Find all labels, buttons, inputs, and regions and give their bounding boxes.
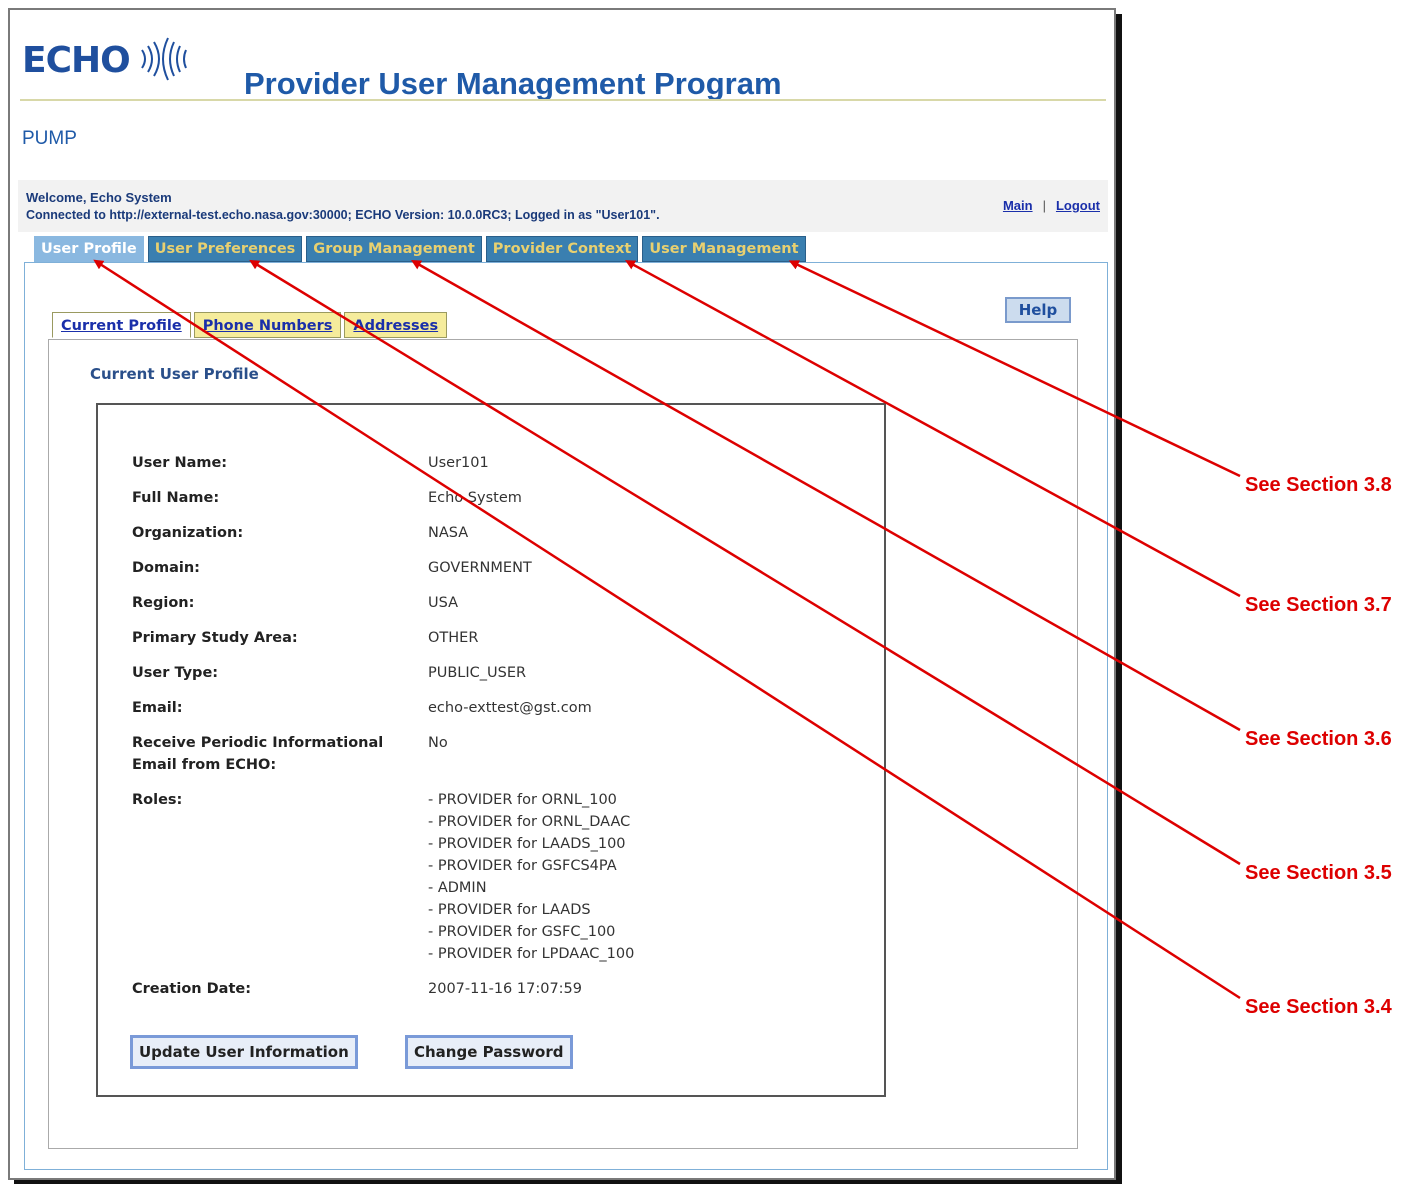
field-label-line: Receive Periodic Informational bbox=[132, 735, 384, 751]
tab-user-management[interactable]: User Management bbox=[642, 236, 806, 262]
tab-provider-context[interactable]: Provider Context bbox=[485, 236, 639, 262]
app-short-name: PUMP bbox=[22, 128, 77, 149]
field-label: Domain: bbox=[132, 560, 200, 576]
field-value: echo-exttest@gst.com bbox=[428, 700, 592, 716]
welcome-text: Welcome, Echo System bbox=[26, 190, 172, 205]
main-tab-bar: User Profile User Preferences Group Mana… bbox=[34, 236, 806, 262]
tab-user-profile[interactable]: User Profile bbox=[34, 236, 144, 262]
field-label: Creation Date: bbox=[132, 981, 252, 997]
tab-group-management[interactable]: Group Management bbox=[306, 236, 482, 262]
field-label: Region: bbox=[132, 595, 195, 611]
field-value: PUBLIC_USER bbox=[428, 665, 527, 681]
main-link[interactable]: Main bbox=[1003, 198, 1033, 213]
callout-section-3-6: See Section 3.6 bbox=[1245, 728, 1392, 750]
callout-section-3-8: See Section 3.8 bbox=[1245, 474, 1392, 496]
roles-list: - PROVIDER for ORNL_100 - PROVIDER for O… bbox=[428, 789, 634, 965]
application-window: ECHO Provider User Management Program PU… bbox=[8, 8, 1116, 1180]
subtab-phone-numbers[interactable]: Phone Numbers bbox=[193, 312, 342, 338]
field-label: User Type: bbox=[132, 665, 219, 681]
subtab-current-profile[interactable]: Current Profile bbox=[52, 312, 191, 338]
field-label: Email: bbox=[132, 700, 183, 716]
role-item: - PROVIDER for LAADS bbox=[428, 902, 591, 918]
field-value: USA bbox=[428, 595, 459, 611]
logout-link[interactable]: Logout bbox=[1056, 198, 1100, 213]
role-item: - ADMIN bbox=[428, 880, 487, 896]
field-value: OTHER bbox=[428, 630, 479, 646]
role-item: - PROVIDER for ORNL_DAAC bbox=[428, 814, 631, 830]
field-label: Roles: bbox=[132, 792, 183, 808]
field-label: Receive Periodic Informational Email fro… bbox=[132, 732, 412, 776]
role-item: - PROVIDER for GSFC_100 bbox=[428, 924, 616, 940]
section-title: Current User Profile bbox=[90, 365, 259, 383]
field-label: Primary Study Area: bbox=[132, 630, 298, 646]
role-item: - PROVIDER for LAADS_100 bbox=[428, 836, 626, 852]
field-value: Echo System bbox=[428, 490, 522, 506]
field-value: No bbox=[428, 735, 448, 751]
field-label-line: Email from ECHO: bbox=[132, 757, 277, 773]
field-value: GOVERNMENT bbox=[428, 560, 532, 576]
field-value: User101 bbox=[428, 455, 489, 471]
callout-section-3-4: See Section 3.4 bbox=[1245, 996, 1392, 1018]
link-separator: | bbox=[1042, 198, 1046, 213]
echo-logo: ECHO bbox=[22, 40, 131, 81]
update-user-information-button[interactable]: Update User Information bbox=[130, 1035, 358, 1069]
change-password-button[interactable]: Change Password bbox=[405, 1035, 573, 1069]
logo-waves-icon bbox=[141, 37, 187, 81]
field-value: NASA bbox=[428, 525, 469, 541]
field-value: 2007-11-16 17:07:59 bbox=[428, 981, 582, 997]
subtab-addresses[interactable]: Addresses bbox=[344, 312, 448, 338]
callout-section-3-7: See Section 3.7 bbox=[1245, 594, 1392, 616]
top-links: Main | Logout bbox=[1003, 198, 1100, 213]
role-item: - PROVIDER for GSFCS4PA bbox=[428, 858, 617, 874]
field-label: Organization: bbox=[132, 525, 244, 541]
help-button[interactable]: Help bbox=[1005, 297, 1071, 323]
title-divider bbox=[20, 99, 1106, 101]
sub-tab-bar: Current Profile Phone Numbers Addresses bbox=[52, 312, 448, 338]
field-label: Full Name: bbox=[132, 490, 220, 506]
app-title: Provider User Management Program bbox=[244, 66, 782, 101]
status-bar: Welcome, Echo System Connected to http:/… bbox=[18, 180, 1108, 232]
tab-user-preferences[interactable]: User Preferences bbox=[147, 236, 303, 262]
callout-section-3-5: See Section 3.5 bbox=[1245, 862, 1392, 884]
role-item: - PROVIDER for ORNL_100 bbox=[428, 792, 617, 808]
connection-info: Connected to http://external-test.echo.n… bbox=[26, 208, 660, 222]
field-label: User Name: bbox=[132, 455, 228, 471]
role-item: - PROVIDER for LPDAAC_100 bbox=[428, 946, 635, 962]
